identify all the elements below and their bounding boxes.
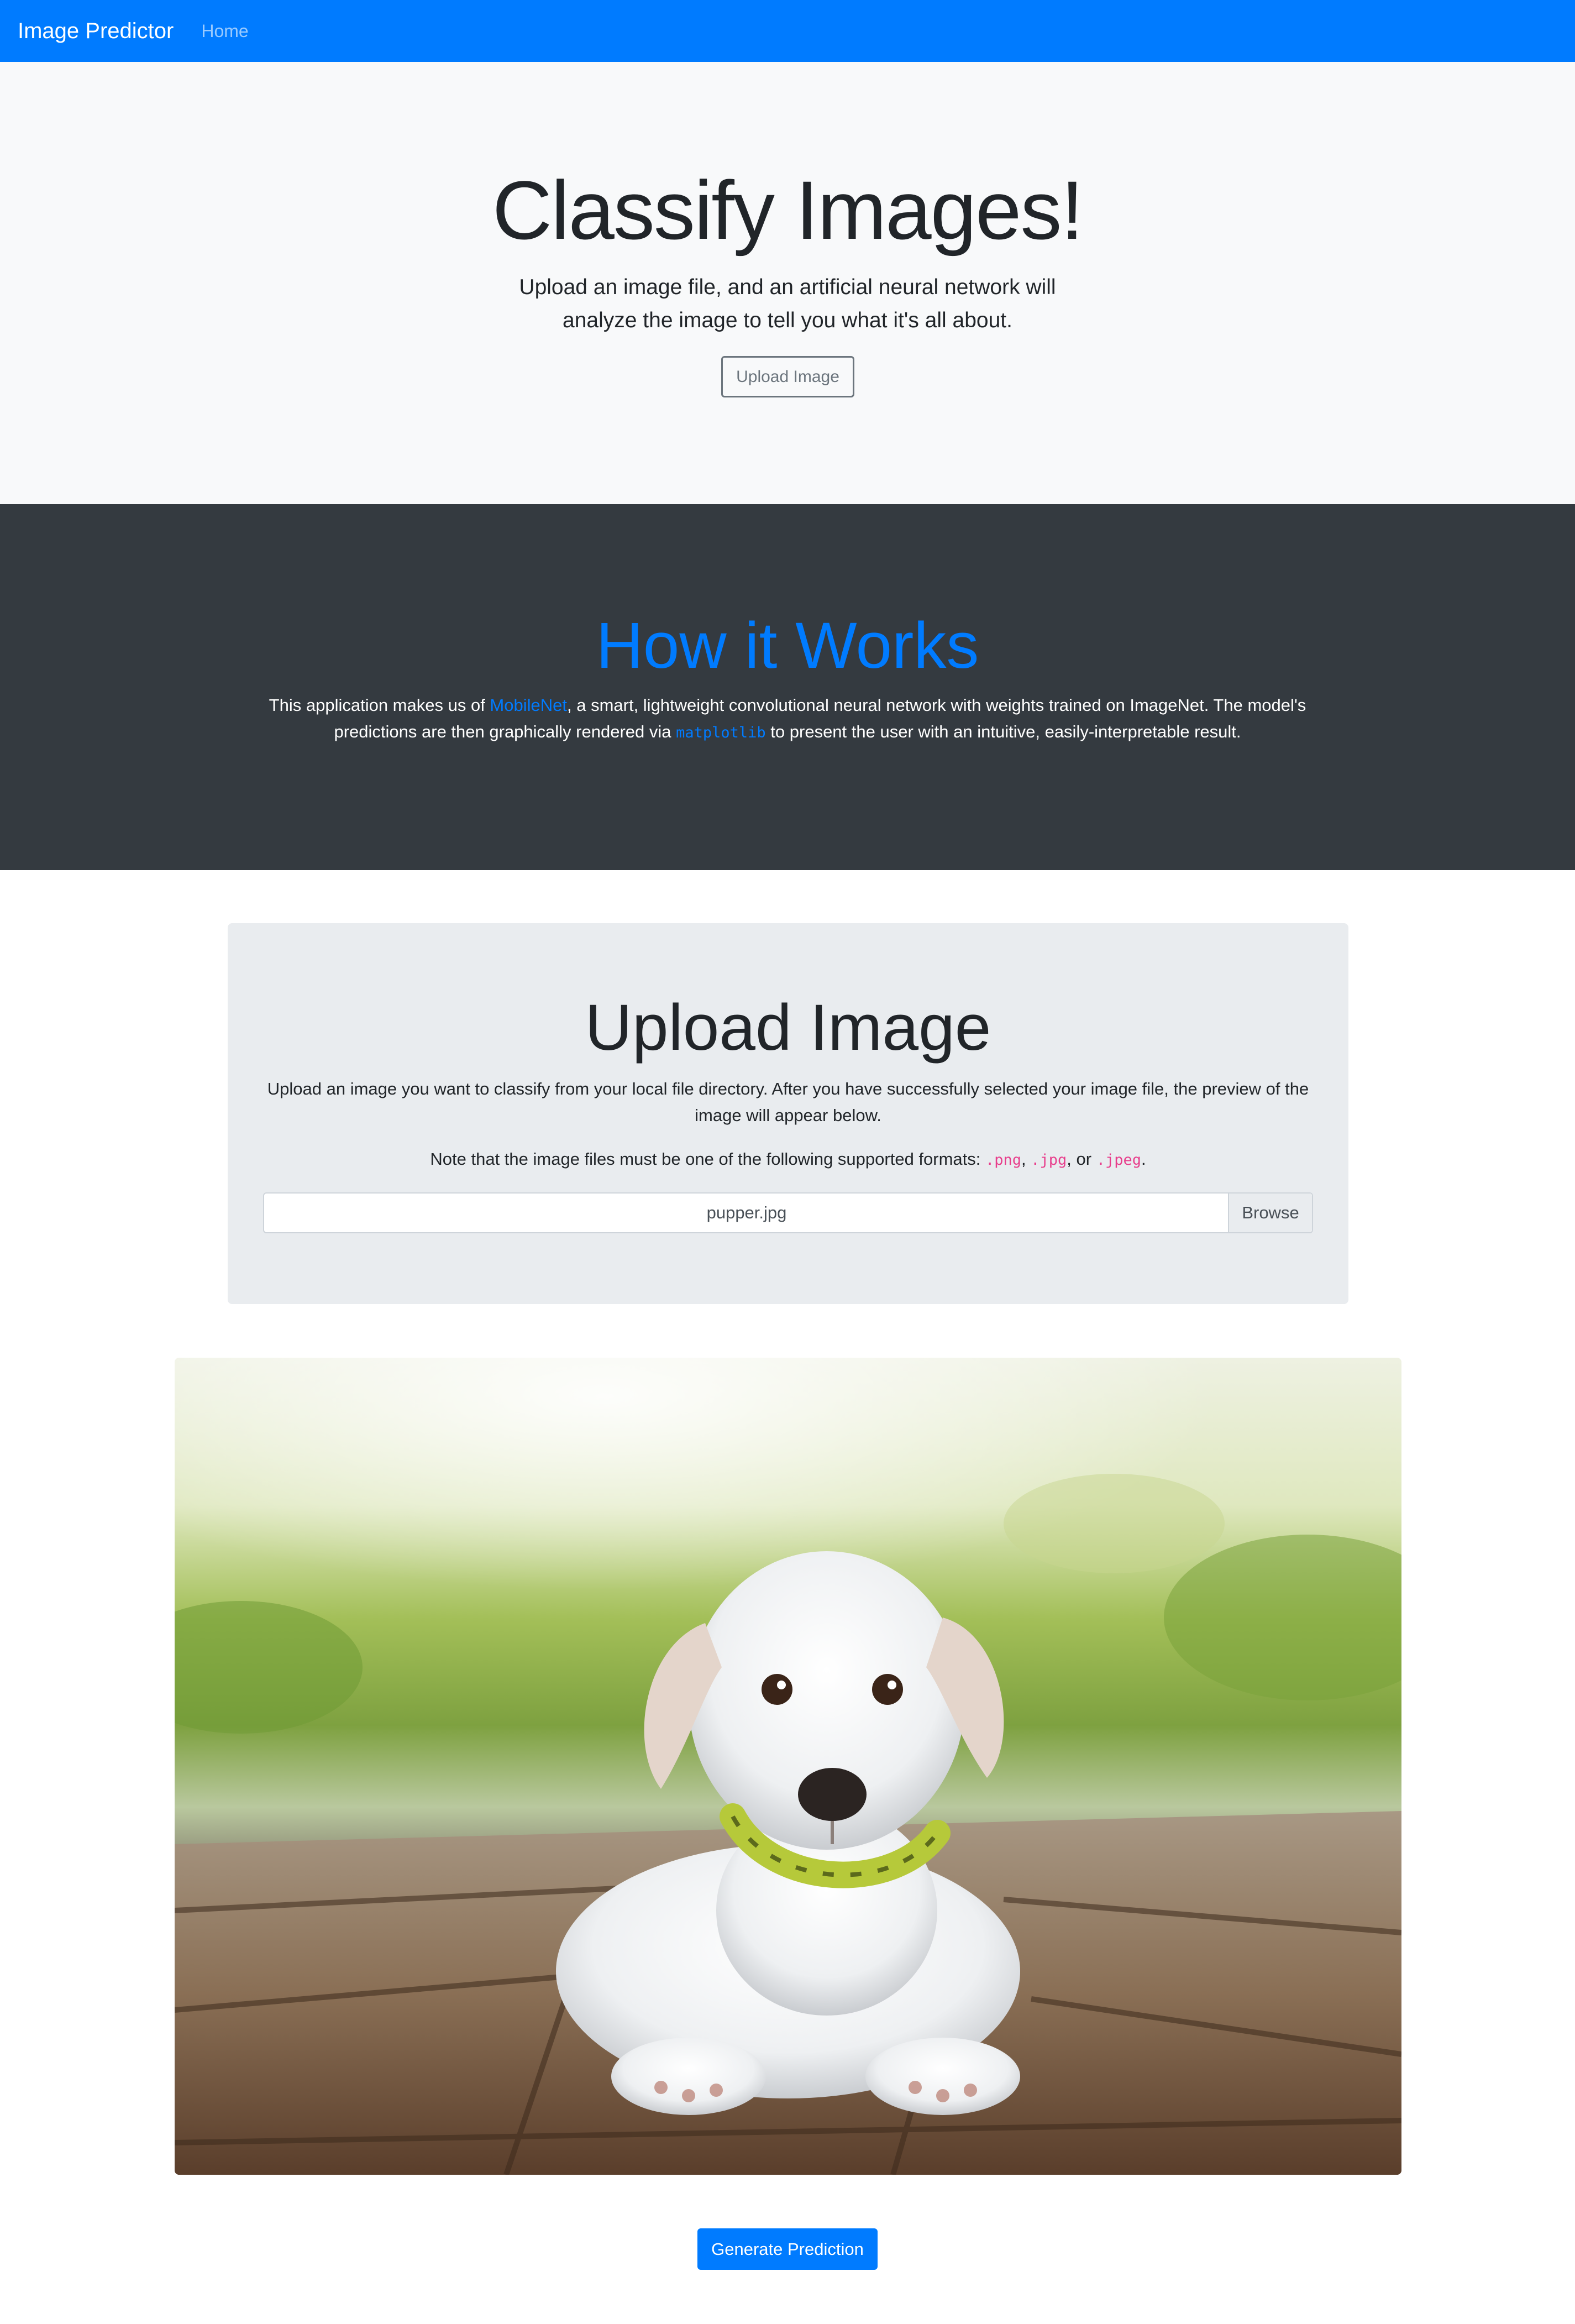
- nav-home-link[interactable]: Home: [201, 21, 248, 41]
- format-jpg: .jpg: [1031, 1151, 1067, 1169]
- puppy-photo: [175, 1358, 1401, 2175]
- how-it-works-section: How it Works This application makes us o…: [0, 504, 1575, 870]
- file-name-label[interactable]: pupper.jpg: [264, 1194, 1229, 1232]
- note-sep-2: , or: [1067, 1149, 1096, 1169]
- upload-card: Upload Image Upload an image you want to…: [228, 923, 1348, 1304]
- how-it-works-text: This application makes us of MobileNet, …: [260, 692, 1315, 746]
- generate-prediction-button[interactable]: Generate Prediction: [697, 2228, 878, 2270]
- file-input[interactable]: pupper.jpg Browse: [263, 1192, 1313, 1233]
- note-sep-1: ,: [1021, 1149, 1031, 1169]
- format-png: .png: [985, 1151, 1022, 1169]
- matplotlib-code: matplotlib: [676, 724, 766, 741]
- hero-section: Classify Images! Upload an image file, a…: [0, 62, 1575, 504]
- upload-formats-note: Note that the image files must be one of…: [261, 1146, 1315, 1174]
- hero-lead: Upload an image file, and an artificial …: [519, 275, 1056, 332]
- note-suffix: .: [1141, 1149, 1146, 1169]
- format-jpeg: .jpeg: [1096, 1151, 1141, 1169]
- mobilenet-link[interactable]: MobileNet: [490, 695, 567, 715]
- upload-title: Upload Image: [585, 991, 991, 1064]
- navbar-brand[interactable]: Image Predictor: [18, 19, 174, 44]
- upload-image-button[interactable]: Upload Image: [721, 356, 854, 397]
- image-preview: [175, 1358, 1401, 2175]
- browse-button[interactable]: Browse: [1228, 1194, 1312, 1232]
- note-prefix: Note that the image files must be one of…: [430, 1149, 985, 1169]
- hero-title: Classify Images!: [492, 164, 1084, 257]
- navbar: Image Predictor Home: [0, 0, 1575, 62]
- how-text-intro: This application makes us of: [269, 695, 490, 715]
- how-it-works-title: How it Works: [596, 609, 979, 682]
- how-text-end: to present the user with an intuitive, e…: [765, 722, 1241, 741]
- upload-description: Upload an image you want to classify fro…: [267, 1079, 1309, 1125]
